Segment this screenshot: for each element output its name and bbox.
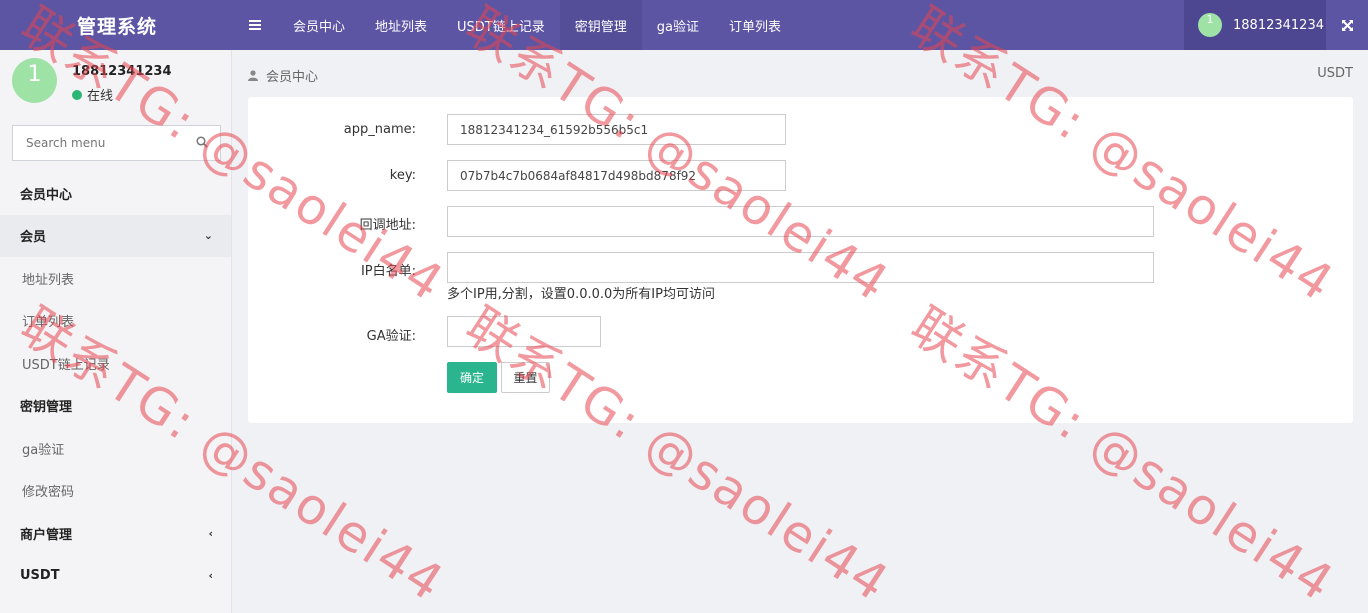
sidebar-item-label: 订单列表 bbox=[22, 315, 75, 331]
status-label: 在线 bbox=[87, 89, 114, 104]
ip-whitelist-help: 多个IP用,分割，设置0.0.0.0为所有IP均可访问 bbox=[447, 287, 715, 302]
tab-address-list[interactable]: 地址列表 bbox=[360, 0, 442, 50]
sidebar-item-label: USDT链上记录 bbox=[22, 357, 110, 373]
chevron-left-icon: ‹ bbox=[208, 526, 213, 540]
sidebar-item-label: 密钥管理 bbox=[20, 400, 73, 416]
search-box[interactable] bbox=[12, 125, 221, 161]
sidebar: 1 18812341234 在线 会员中心 会员 ⌄ 地址列表 订单列表 USDT… bbox=[0, 50, 232, 613]
breadcrumb-label[interactable]: 会员中心 bbox=[266, 66, 318, 85]
tab-order-list[interactable]: 订单列表 bbox=[714, 0, 796, 50]
sidebar-item-label: 修改密码 bbox=[22, 485, 75, 501]
tab-member-center[interactable]: 会员中心 bbox=[278, 0, 360, 50]
sidebar-item-key-management[interactable]: 密钥管理 bbox=[0, 385, 231, 428]
app-title: 管理系统 bbox=[0, 0, 232, 50]
sidebar-item-label: 地址列表 bbox=[22, 272, 75, 288]
hamburger-icon[interactable] bbox=[232, 0, 278, 50]
avatar: 1 bbox=[1198, 13, 1222, 37]
sidebar-item-label: 商户管理 bbox=[20, 527, 73, 543]
avatar: 1 bbox=[12, 58, 57, 103]
sidebar-item-member-center[interactable]: 会员中心 bbox=[0, 172, 231, 215]
status-dot-icon bbox=[72, 89, 82, 100]
submit-button[interactable]: 确定 bbox=[447, 362, 497, 393]
sidebar-item-change-password[interactable]: 修改密码 bbox=[0, 470, 231, 513]
key-field[interactable]: 07b7b4c7b0684af84817d498bd878f92 bbox=[447, 160, 786, 191]
search-icon[interactable] bbox=[196, 136, 208, 151]
sidebar-item-usdt[interactable]: USDT ‹ bbox=[0, 555, 231, 598]
ga-label: GA验证: bbox=[366, 329, 416, 344]
tab-key-management[interactable]: 密钥管理 bbox=[559, 0, 642, 50]
sidebar-menu: 会员中心 会员 ⌄ 地址列表 订单列表 USDT链上记录 密钥管理 ga验证 修改… bbox=[0, 172, 231, 597]
tab-usdt-records[interactable]: USDT链上记录 bbox=[442, 0, 560, 50]
user-menu[interactable]: 1 18812341234 bbox=[1184, 0, 1326, 50]
sidebar-item-order-list[interactable]: 订单列表 bbox=[0, 300, 231, 343]
app-name-field[interactable]: 18812341234_61592b556b5c1 bbox=[447, 114, 786, 145]
sidebar-item-member[interactable]: 会员 ⌄ bbox=[0, 214, 231, 257]
expand-icon[interactable] bbox=[1326, 0, 1368, 50]
sidebar-item-label: 会员 bbox=[20, 230, 47, 246]
search-input[interactable] bbox=[26, 136, 191, 150]
sidebar-item-label: ga验证 bbox=[22, 442, 65, 458]
app-name-label: app_name: bbox=[343, 122, 416, 137]
chevron-down-icon: ⌄ bbox=[203, 229, 213, 243]
callback-label: 回调地址: bbox=[359, 218, 416, 233]
sidebar-item-ga-verify[interactable]: ga验证 bbox=[0, 427, 231, 470]
sidebar-item-address-list[interactable]: 地址列表 bbox=[0, 257, 231, 300]
ip-whitelist-label: IP白名单: bbox=[360, 264, 416, 279]
callback-url-field[interactable] bbox=[447, 206, 1154, 237]
breadcrumb-right[interactable]: USDT bbox=[1317, 66, 1353, 81]
ga-code-field[interactable] bbox=[447, 316, 601, 347]
online-status: 在线 bbox=[72, 85, 113, 104]
tab-ga-verify[interactable]: ga验证 bbox=[642, 0, 714, 50]
chevron-left-icon: ‹ bbox=[208, 569, 213, 583]
sidebar-item-usdt-records[interactable]: USDT链上记录 bbox=[0, 342, 231, 385]
breadcrumb: 会员中心 bbox=[248, 66, 318, 85]
user-name: 18812341234 bbox=[72, 64, 172, 79]
key-label: key: bbox=[389, 168, 416, 183]
sidebar-item-label: USDT bbox=[20, 568, 60, 584]
sidebar-item-merchant[interactable]: 商户管理 ‹ bbox=[0, 512, 231, 555]
ip-whitelist-field[interactable] bbox=[447, 252, 1154, 283]
reset-button[interactable]: 重置 bbox=[501, 362, 550, 393]
person-icon bbox=[248, 70, 258, 81]
user-panel: 1 18812341234 在线 bbox=[0, 50, 231, 118]
user-phone: 18812341234 bbox=[1233, 17, 1324, 33]
sidebar-item-label: 会员中心 bbox=[20, 187, 73, 203]
top-navbar: 管理系统 会员中心 地址列表 USDT链上记录 密钥管理 ga验证 订单列表 1… bbox=[0, 0, 1368, 50]
